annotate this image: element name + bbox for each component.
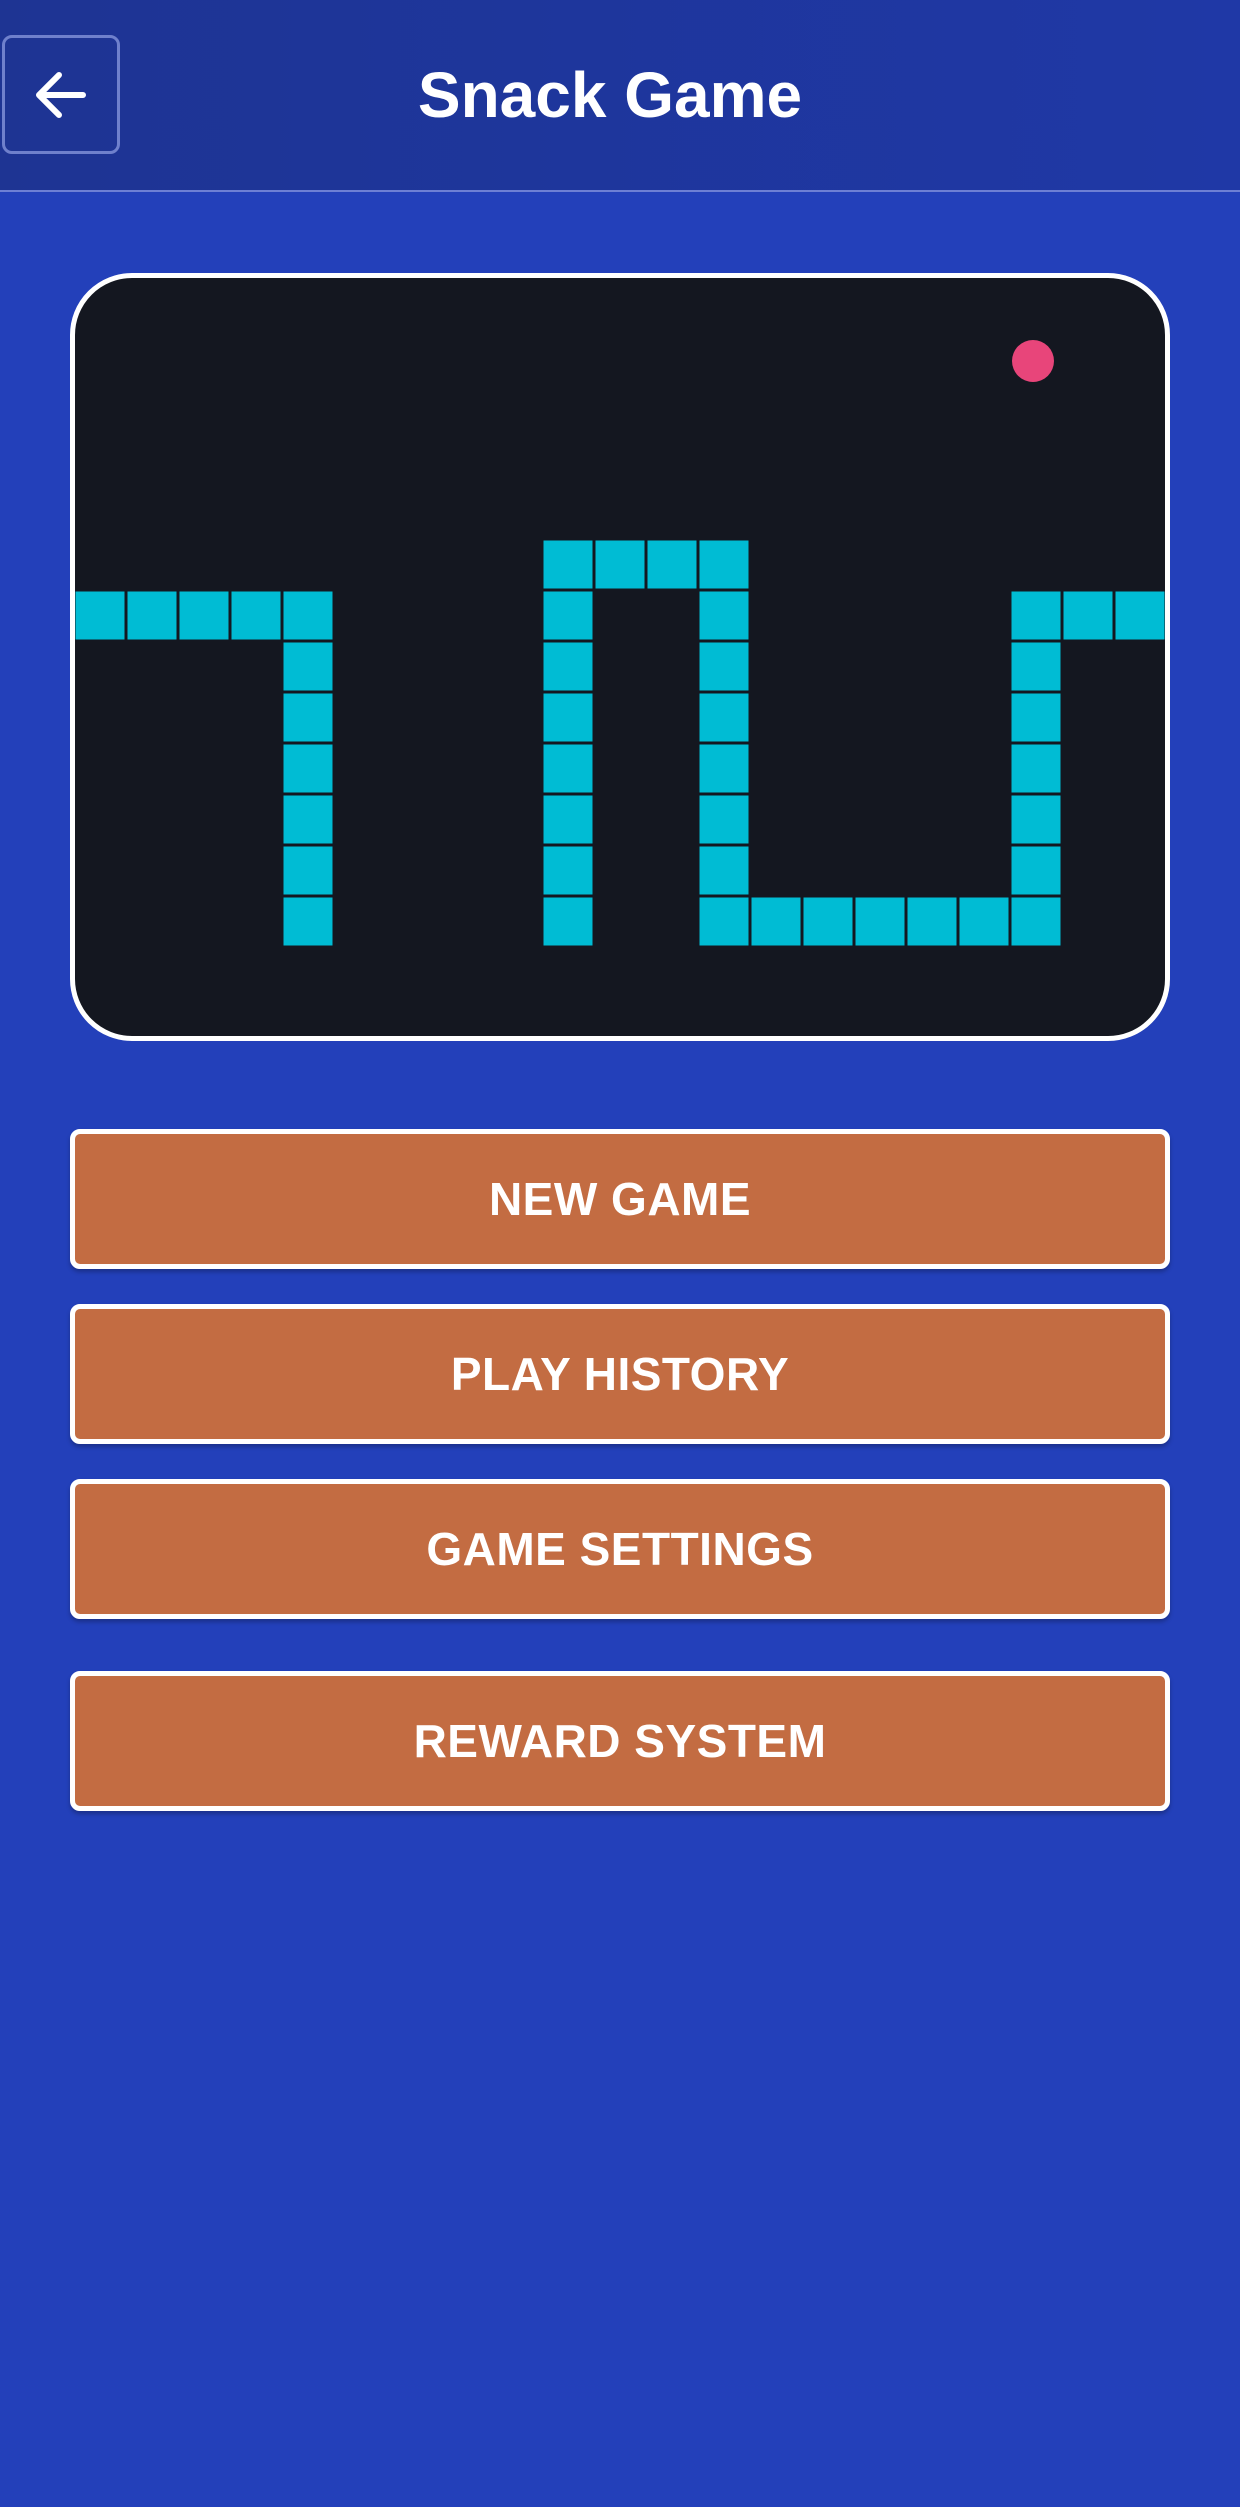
snake-segment (699, 846, 749, 895)
snake-segment (1011, 693, 1061, 742)
snake-segment (543, 591, 593, 640)
snake-segment (543, 693, 593, 742)
snake-segment (283, 795, 333, 844)
snake-segment (283, 897, 333, 946)
snake-segment (699, 591, 749, 640)
snake-segment (907, 897, 957, 946)
snake-segment (803, 897, 853, 946)
snake-segment (543, 642, 593, 691)
snake-segment (1011, 897, 1061, 946)
play-history-button[interactable]: PLAY HISTORY (70, 1304, 1170, 1444)
snake-segment (543, 897, 593, 946)
reward-system-button[interactable]: REWARD SYSTEM (70, 1671, 1170, 1811)
snake-segment (1115, 591, 1165, 640)
snake-segment (1063, 591, 1113, 640)
snake-segment (699, 795, 749, 844)
snake-segment (595, 540, 645, 589)
food-pellet (1012, 340, 1054, 382)
snake-segment (543, 540, 593, 589)
snake-segment (75, 591, 125, 640)
snake-segment (1011, 744, 1061, 793)
snake-segment (283, 591, 333, 640)
snake-segment (699, 540, 749, 589)
game-board[interactable] (70, 273, 1170, 1041)
snake-segment (231, 591, 281, 640)
snake-segment (179, 591, 229, 640)
snake-segment (543, 744, 593, 793)
snake-segment (855, 897, 905, 946)
snake-segment (543, 795, 593, 844)
snake-segment (1011, 795, 1061, 844)
page-title: Snack Game (417, 59, 803, 131)
snake-segment (751, 897, 801, 946)
snake-segment (699, 744, 749, 793)
snake-segment (1011, 591, 1061, 640)
snake-segment (283, 744, 333, 793)
snake-segment (647, 540, 697, 589)
snake-segment (699, 693, 749, 742)
snake-segment (959, 897, 1009, 946)
snake-segment (1011, 846, 1061, 895)
snake-segment (1011, 642, 1061, 691)
snake-segment (283, 642, 333, 691)
snake-segment (283, 846, 333, 895)
snake-segment (127, 591, 177, 640)
game-settings-button[interactable]: GAME SETTINGS (70, 1479, 1170, 1619)
snake-segment (283, 693, 333, 742)
snake-segment (543, 846, 593, 895)
snake-segment (699, 642, 749, 691)
app-bar: Snack Game (0, 0, 1240, 192)
new-game-button[interactable]: NEW GAME (70, 1129, 1170, 1269)
snake-canvas (75, 340, 1165, 946)
snake-segment (699, 897, 749, 946)
